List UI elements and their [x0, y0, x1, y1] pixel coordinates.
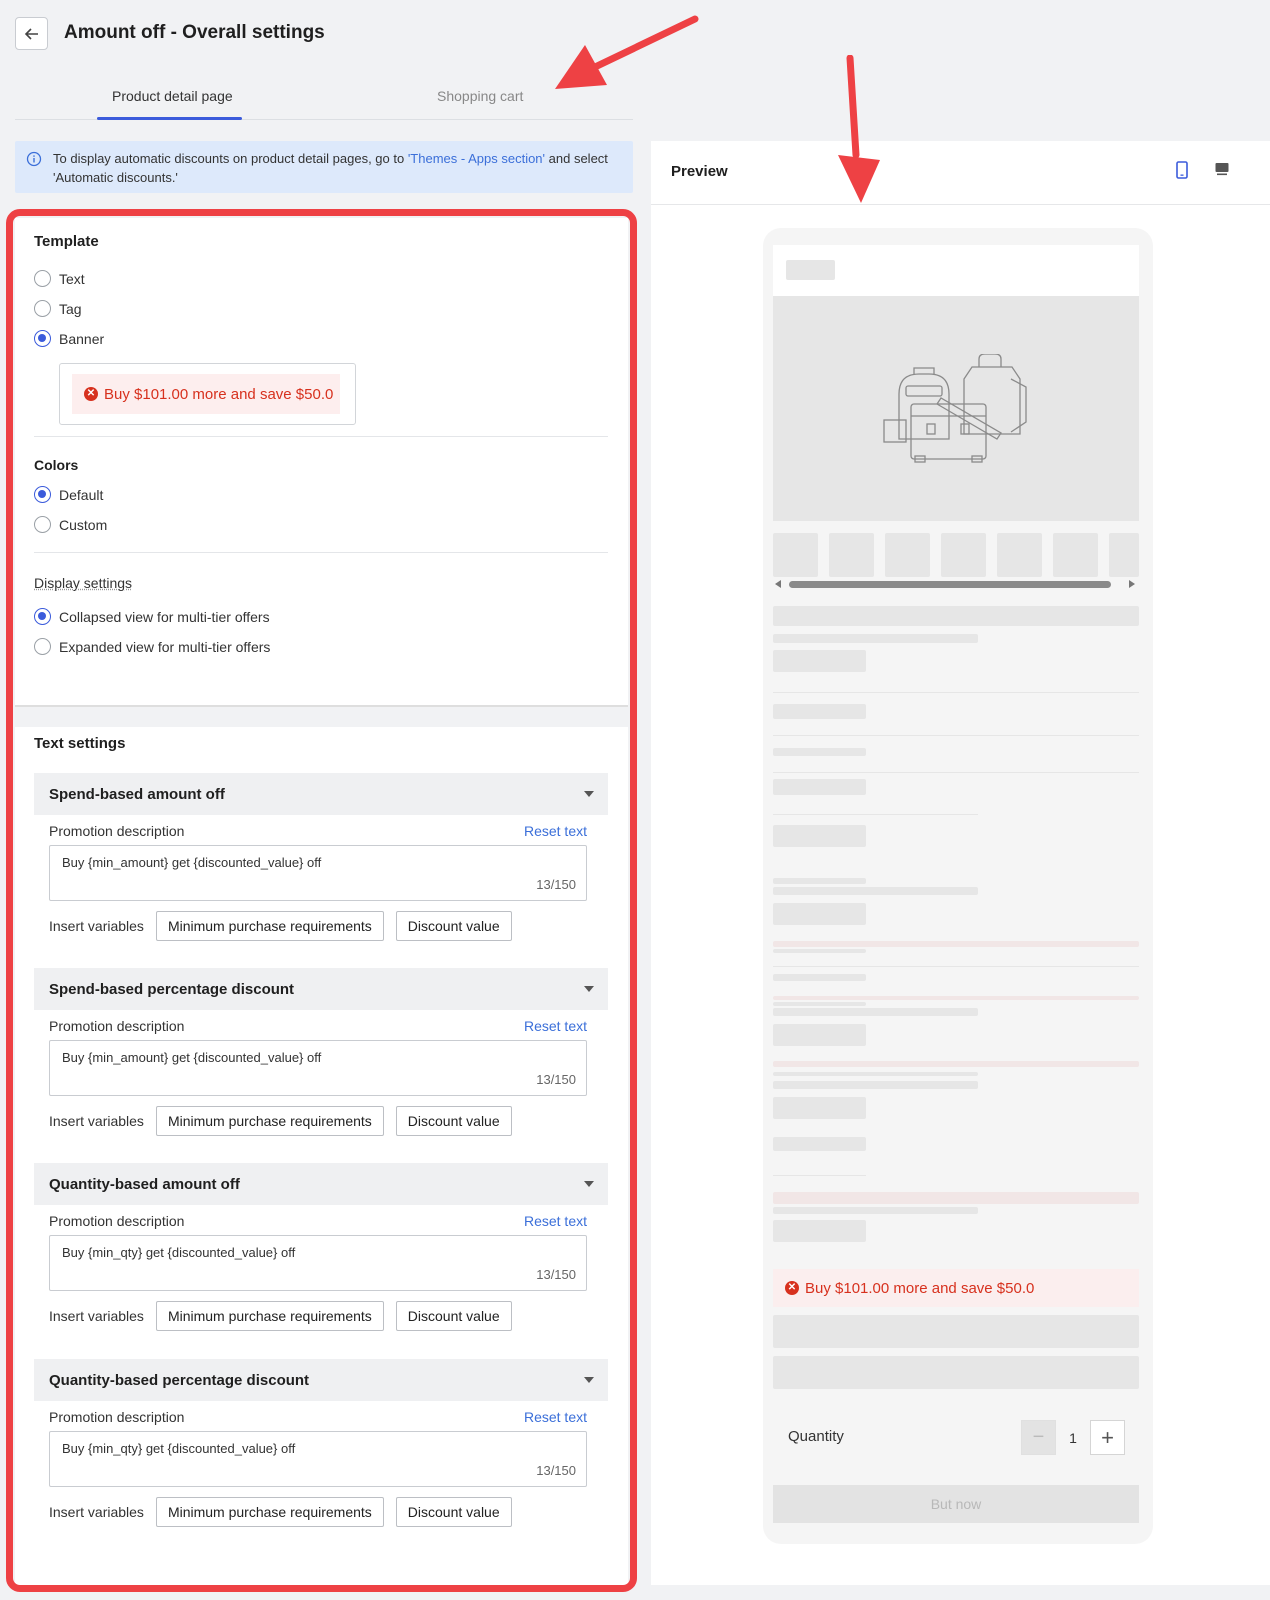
skeleton-block [773, 903, 866, 925]
themes-apps-link[interactable]: 'Themes - Apps section' [408, 151, 545, 166]
info-text-before: To display automatic discounts on produc… [53, 151, 408, 166]
skeleton-block [773, 887, 978, 895]
quantity-increase-button[interactable]: + [1090, 1420, 1125, 1455]
annotation-arrow-icon [555, 15, 699, 89]
skeleton-block [773, 1081, 978, 1089]
skeleton-block [773, 1024, 866, 1046]
tab-product-detail-page[interactable]: Product detail page [112, 88, 233, 104]
skeleton-block [773, 949, 866, 953]
thumbnail-placeholder [1109, 533, 1139, 577]
quantity-value[interactable]: 1 [1056, 1420, 1090, 1455]
skeleton-block [773, 878, 866, 884]
phone-header [773, 245, 1139, 296]
back-button[interactable] [15, 17, 48, 50]
skeleton-block [773, 704, 866, 719]
skeleton-block [786, 260, 835, 280]
skeleton-block [773, 606, 1139, 626]
thumbnail-placeholder [773, 533, 818, 577]
thumbnail-placeholder [1053, 533, 1098, 577]
skeleton-block [773, 996, 1139, 1000]
tab-shopping-cart[interactable]: Shopping cart [437, 88, 523, 104]
preview-discount-banner: ✕ Buy $101.00 more and save $50.0 [773, 1269, 1139, 1307]
skeleton-block [773, 1315, 1139, 1348]
skeleton-block [773, 1002, 866, 1006]
info-banner: To display automatic discounts on produc… [15, 141, 633, 193]
skeleton-line [773, 966, 1139, 967]
skeleton-block [773, 1207, 978, 1214]
discount-badge-icon: ✕ [785, 1281, 799, 1295]
buy-now-button[interactable]: But now [773, 1485, 1139, 1523]
annotation-arrow-icon [838, 55, 880, 203]
skeleton-block [773, 634, 978, 643]
preview-title: Preview [671, 163, 728, 180]
tab-bar: Product detail page Shopping cart [15, 78, 633, 120]
skeleton-line [773, 772, 1139, 773]
skeleton-block [773, 941, 1139, 947]
skeleton-block [773, 1137, 866, 1151]
skeleton-block [773, 1097, 866, 1119]
skeleton-block [773, 1008, 978, 1016]
skeleton-line [773, 692, 1139, 693]
thumbnail-placeholder [829, 533, 874, 577]
skeleton-block [773, 1356, 1139, 1389]
skeleton-block [773, 779, 866, 795]
thumbnail-scrollbar[interactable] [773, 578, 1139, 590]
phone-preview: ✕ Buy $101.00 more and save $50.0 Quanti… [763, 228, 1153, 1544]
scroll-thumb[interactable] [789, 581, 1111, 588]
skeleton-block [773, 825, 866, 847]
skeleton-block [773, 1061, 1139, 1067]
annotation-highlight-box [6, 209, 637, 1592]
skeleton-block [773, 1220, 866, 1242]
skeleton-block [773, 1072, 978, 1076]
desktop-device-icon[interactable] [1214, 161, 1230, 177]
mobile-device-icon[interactable] [1175, 161, 1189, 179]
quantity-label: Quantity [788, 1428, 844, 1445]
preview-header: Preview [651, 141, 1270, 205]
quantity-decrease-button[interactable]: − [1021, 1420, 1056, 1455]
skeleton-line [773, 1175, 866, 1176]
info-icon [26, 151, 42, 167]
skeleton-block [773, 650, 866, 672]
skeleton-block [773, 974, 866, 981]
thumbnail-placeholder [997, 533, 1042, 577]
page-title: Amount off - Overall settings [64, 22, 325, 43]
skeleton-block [773, 748, 866, 756]
preview-panel: Preview ✕ Buy $101.00 more and save $50.… [651, 141, 1270, 1585]
active-tab-indicator [97, 117, 242, 120]
product-image-placeholder [773, 296, 1139, 521]
scroll-right-icon[interactable] [1129, 580, 1135, 588]
skeleton-line [773, 814, 978, 815]
arrow-left-icon [24, 27, 38, 40]
bags-illustration-icon [883, 354, 1027, 463]
skeleton-line [773, 735, 1139, 736]
thumbnail-placeholder [941, 533, 986, 577]
skeleton-block [773, 1192, 1139, 1204]
thumbnail-placeholder [885, 533, 930, 577]
scroll-left-icon[interactable] [775, 580, 781, 588]
preview-banner-text: Buy $101.00 more and save $50.0 [805, 1279, 1035, 1297]
